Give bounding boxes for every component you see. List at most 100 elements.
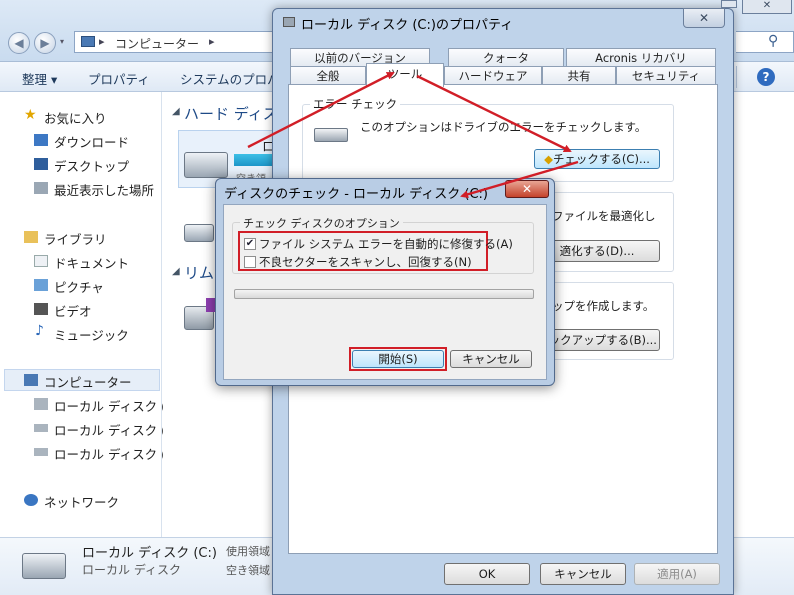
tab-security[interactable]: セキュリティ (616, 66, 716, 86)
sidebar-item-videos[interactable]: ビデオ (54, 301, 92, 320)
auto-fix-label[interactable]: ファイル システム エラーを自動的に修復する(A) (259, 236, 513, 252)
search-box[interactable]: ⚲ (736, 31, 794, 53)
pictures-icon (34, 279, 48, 291)
properties-dialog-title: ローカル ディスク (C:)のプロパティ (301, 18, 514, 33)
tab-tools[interactable]: ツール (366, 63, 444, 87)
star-icon: ★ (24, 107, 37, 123)
drive-icon (34, 448, 48, 456)
breadcrumb-computer[interactable]: コンピューター (115, 35, 199, 52)
tab-sharing[interactable]: 共有 (542, 66, 616, 86)
tab-label: 全般 (316, 69, 340, 83)
error-check-group (302, 104, 674, 182)
sidebar-item-local-disk[interactable]: ローカル ディスク ( (54, 420, 166, 439)
auto-fix-checkbox[interactable]: ✔ (244, 238, 256, 250)
details-name: ローカル ディスク (C:) (82, 546, 217, 561)
details-used-label: 使用領域 (226, 545, 270, 558)
sidebar-item-desktop[interactable]: デスクトップ (54, 156, 129, 175)
error-check-description: このオプションはドライブのエラーをチェックします。 (360, 120, 647, 134)
tab-label: ハードウェア (458, 69, 528, 83)
recent-places-icon (34, 182, 48, 194)
removable-heading: リム (184, 264, 215, 282)
computer-icon (24, 374, 38, 386)
sidebar-item-music[interactable]: ミュージック (54, 325, 129, 344)
recent-pages-chevron-icon[interactable]: ▾ (60, 37, 64, 46)
options-heading: チェック ディスクのオプション (240, 215, 403, 231)
hard-drive-icon (184, 152, 228, 178)
back-button[interactable]: ◀ (8, 32, 30, 54)
drive-icon (34, 424, 48, 432)
check-disk-icon (314, 128, 348, 142)
scan-bad-sectors-label[interactable]: 不良セクターをスキャンし、回復する(N) (259, 254, 472, 270)
close-icon[interactable]: ✕ (683, 8, 725, 28)
error-check-heading: エラー チェック (310, 96, 401, 112)
defrag-description: ファイルを最適化し (552, 209, 656, 223)
sidebar-item-documents[interactable]: ドキュメント (54, 253, 129, 272)
hard-drive-icon (184, 224, 214, 242)
desktop-icon (34, 158, 48, 170)
sidebar-computer[interactable]: コンピューター (44, 372, 132, 391)
check-disk-dialog-title: ディスクのチェック - ローカル ディスク (C:) (224, 187, 489, 202)
apply-button[interactable]: 適用(A) (634, 563, 720, 585)
system-properties-button[interactable]: システムのプロパ (180, 69, 280, 88)
help-icon[interactable]: ? (757, 68, 775, 86)
tab-general[interactable]: 全般 (290, 66, 366, 86)
address-bar[interactable]: ▸ コンピューター ▸ (74, 31, 286, 53)
details-type: ローカル ディスク (82, 563, 181, 577)
backup-label: バックアップする(B)... (537, 333, 657, 347)
check-disk-cancel-label: キャンセル (462, 352, 520, 366)
breadcrumb-chevron-icon[interactable]: ▸ (209, 35, 215, 48)
backup-description: ップを作成します。 (552, 299, 655, 313)
start-label: 開始(S) (378, 352, 418, 366)
cancel-button[interactable]: キャンセル (540, 563, 626, 585)
toolbar-divider (736, 66, 737, 88)
details-free-label: 空き領域 (226, 564, 270, 577)
sidebar-favorites[interactable]: お気に入り (44, 108, 107, 127)
check-progress-bar (234, 289, 534, 299)
maximize-icon[interactable] (721, 0, 737, 8)
forward-button[interactable]: ▶ (34, 32, 56, 54)
check-now-label: チェックする(C)... (552, 152, 650, 166)
drive-title-icon (283, 17, 295, 27)
breadcrumb-separator-icon: ▸ (99, 35, 105, 48)
music-icon: ♪ (35, 323, 44, 339)
close-icon[interactable]: ✕ (505, 180, 549, 198)
apply-label: 適用(A) (657, 567, 697, 581)
library-icon (24, 231, 38, 243)
tab-quota[interactable]: クォータ (448, 48, 564, 68)
check-disk-cancel-button[interactable]: キャンセル (450, 350, 532, 368)
videos-icon (34, 303, 48, 315)
hard-disk-heading: ハード ディス (184, 105, 278, 123)
network-icon (24, 494, 38, 506)
ok-label: OK (478, 567, 496, 581)
sidebar-item-local-disk[interactable]: ローカル ディスク ( (54, 396, 166, 415)
organize-button[interactable]: 整理 ▾ (22, 69, 57, 88)
sidebar-network[interactable]: ネットワーク (44, 492, 119, 511)
defrag-label: 適化する(D)... (559, 244, 635, 258)
cancel-label: キャンセル (554, 567, 612, 581)
properties-button[interactable]: プロパティ (88, 69, 150, 88)
tab-label: セキュリティ (631, 69, 701, 83)
hard-drive-icon (22, 553, 66, 579)
explorer-close-icon[interactable]: ✕ (742, 0, 792, 14)
scan-bad-sectors-checkbox[interactable] (244, 256, 256, 268)
sidebar-libraries[interactable]: ライブラリ (44, 229, 107, 248)
search-icon: ⚲ (768, 33, 779, 49)
tab-hardware[interactable]: ハードウェア (444, 66, 542, 86)
drive-usage-bar (234, 154, 275, 166)
documents-icon (34, 255, 48, 267)
collapse-arrow-icon[interactable]: ◢ (172, 266, 180, 277)
computer-icon (81, 36, 95, 47)
sidebar-item-local-disk[interactable]: ローカル ディスク ( (54, 444, 166, 463)
sidebar-item-pictures[interactable]: ピクチャ (54, 277, 104, 296)
tab-label: ツール (387, 67, 423, 81)
collapse-arrow-icon[interactable]: ◢ (172, 106, 180, 117)
tab-label: 共有 (567, 69, 591, 83)
tab-acronis[interactable]: Acronis リカバリ (566, 48, 716, 68)
tab-label: Acronis リカバリ (595, 51, 687, 65)
ok-button[interactable]: OK (444, 563, 530, 585)
tab-label: クォータ (483, 51, 529, 65)
check-now-button[interactable]: ◆チェックする(C)... (534, 149, 660, 169)
sidebar-item-recent[interactable]: 最近表示した場所 (54, 180, 154, 199)
sidebar-item-downloads[interactable]: ダウンロード (54, 132, 129, 151)
start-button[interactable]: 開始(S) (352, 350, 444, 368)
